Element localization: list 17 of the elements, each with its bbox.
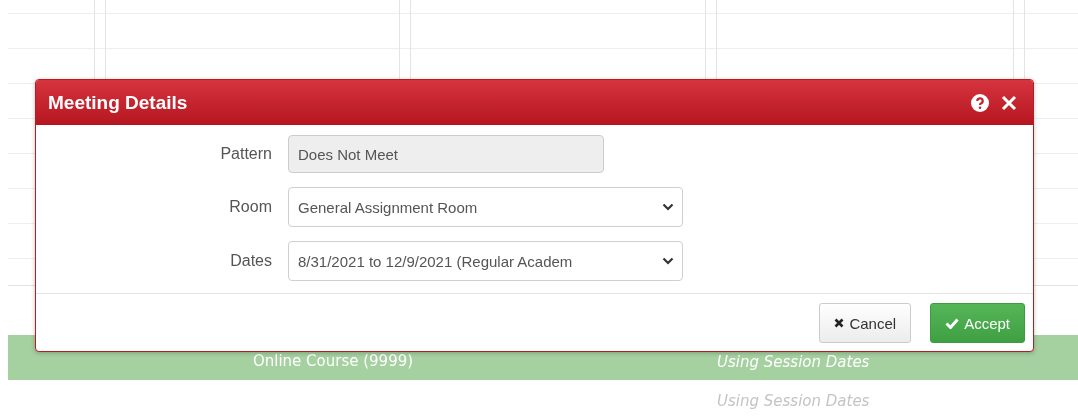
select-field[interactable]: 8/31/2021 to 12/9/2021 (Regular Academ — [288, 241, 683, 281]
field-label: Room — [228, 198, 272, 216]
chevron-down-icon — [662, 203, 674, 211]
select-field[interactable]: General Assignment Room — [288, 187, 683, 227]
close-icon — [834, 318, 845, 328]
pattern-field[interactable]: Does Not Meet — [288, 135, 604, 173]
chevron-down-icon — [662, 257, 674, 265]
field-label: Pattern — [219, 145, 272, 163]
check-icon — [945, 317, 960, 329]
dates-text: Using Session Dates — [717, 351, 871, 371]
help-icon[interactable] — [971, 93, 989, 112]
cancel-button[interactable]: Cancel — [819, 303, 912, 343]
dates-text: Using Session Dates — [717, 391, 871, 410]
room-text: Online Course (9999) — [251, 351, 415, 370]
close-icon[interactable] — [1001, 94, 1017, 111]
dialog-title: Meeting Details — [48, 91, 189, 114]
field-label: Dates — [229, 252, 272, 270]
